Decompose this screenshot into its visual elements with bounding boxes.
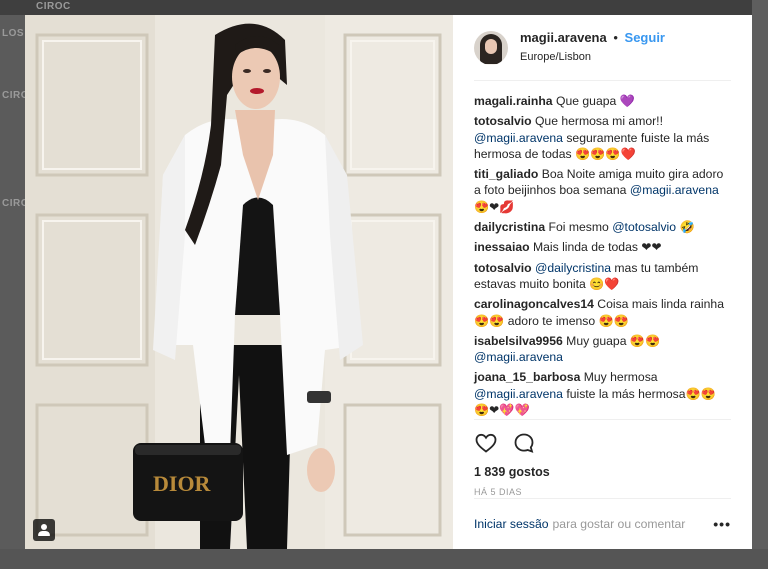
background-side-text: LOS xyxy=(2,28,25,39)
comment-text: Foi mesmo xyxy=(545,220,613,235)
header-text: magii.aravena • Seguir Europe/Lisbon xyxy=(520,29,665,66)
comment-text: Muy guapa 😍😍 xyxy=(562,333,661,348)
comment-text: Mais linda de todas ❤❤ xyxy=(529,240,662,255)
post-age[interactable]: HÁ 5 DIAS xyxy=(474,487,731,497)
post-sidebar: magii.aravena • Seguir Europe/Lisbon mag… xyxy=(453,15,752,549)
comment-text: 😍❤💋 xyxy=(474,199,515,214)
comment-username[interactable]: titi_galiado xyxy=(474,167,538,181)
comment-mention[interactable]: @totosalvio xyxy=(612,220,676,234)
comment-username[interactable]: totosalvio xyxy=(474,114,532,128)
comment-username[interactable]: dailycristina xyxy=(474,220,545,234)
comment-mention[interactable]: @magii.aravena xyxy=(474,387,563,401)
comment-username[interactable]: carolinagoncalves14 xyxy=(474,297,594,311)
comment-username[interactable]: magali.rainha xyxy=(474,94,553,108)
comment-item: joana_15_barbosa Muy hermosa @magii.arav… xyxy=(474,369,731,418)
login-prompt: para gostar ou comentar xyxy=(552,517,686,531)
comment-item: inessaiao Mais linda de todas ❤❤ xyxy=(474,239,731,255)
background-strip xyxy=(0,549,768,569)
post-location[interactable]: Europe/Lisbon xyxy=(520,49,665,66)
background-column xyxy=(0,0,25,569)
post-photo[interactable]: DIOR xyxy=(25,15,453,549)
photo-illustration: DIOR xyxy=(25,15,453,549)
comment-text: Que hermosa mi amor!! xyxy=(531,114,663,129)
comment-text: Muy hermosa xyxy=(580,370,658,385)
comment-username[interactable]: isabelsilva9956 xyxy=(474,334,563,348)
comment-username[interactable]: inessaiao xyxy=(474,240,530,254)
tag-people-icon[interactable] xyxy=(33,519,55,541)
comment-mention[interactable]: @magii.aravena xyxy=(474,350,563,364)
bag-logo: DIOR xyxy=(153,471,212,496)
separator-dot: • xyxy=(613,30,618,45)
like-count[interactable]: 1 839 gostos xyxy=(474,465,731,479)
comment-text: Que guapa 💜 xyxy=(552,94,635,108)
background-panel xyxy=(752,0,768,569)
background-brand-text: CIROC xyxy=(36,1,71,12)
comment-mention[interactable]: @dailycristina xyxy=(535,261,611,275)
avatar[interactable] xyxy=(474,30,508,65)
more-options-icon[interactable]: ••• xyxy=(713,516,731,532)
comment-icon[interactable] xyxy=(512,431,536,455)
comment-item: carolinagoncalves14 Coisa mais linda rai… xyxy=(474,296,731,329)
heart-icon[interactable] xyxy=(474,431,498,455)
comment-item: titi_galiado Boa Noite amiga muito gira … xyxy=(474,166,731,215)
post-modal: DIOR magii.aravena • Seguir Europe/Lisbo… xyxy=(25,15,752,549)
follow-button[interactable]: Seguir xyxy=(625,30,665,45)
comment-text: 🤣 xyxy=(676,220,695,235)
action-bar xyxy=(474,419,731,455)
background-strip xyxy=(0,0,768,15)
login-footer: Iniciar sessão para gostar ou comentar •… xyxy=(474,498,731,549)
login-link[interactable]: Iniciar sessão xyxy=(474,517,549,531)
comment-username[interactable]: joana_15_barbosa xyxy=(474,370,580,384)
comment-item: magali.rainha Que guapa 💜 xyxy=(474,93,731,109)
comment-item: totosalvio @dailycristina mas tu também … xyxy=(474,260,731,293)
post-header: magii.aravena • Seguir Europe/Lisbon xyxy=(474,15,731,81)
post-username[interactable]: magii.aravena xyxy=(520,30,607,45)
comment-username[interactable]: totosalvio xyxy=(474,261,532,275)
comment-mention[interactable]: @magii.aravena xyxy=(630,183,719,197)
comment-item: isabelsilva9956 Muy guapa 😍😍 @magii.arav… xyxy=(474,333,731,366)
comment-item: totosalvio Que hermosa mi amor!! @magii.… xyxy=(474,113,731,162)
comment-list[interactable]: magali.rainha Que guapa 💜 totosalvio Que … xyxy=(453,81,752,419)
comment-item: dailycristina Foi mesmo @totosalvio 🤣 xyxy=(474,219,731,235)
comment-mention[interactable]: @magii.aravena xyxy=(474,131,563,145)
